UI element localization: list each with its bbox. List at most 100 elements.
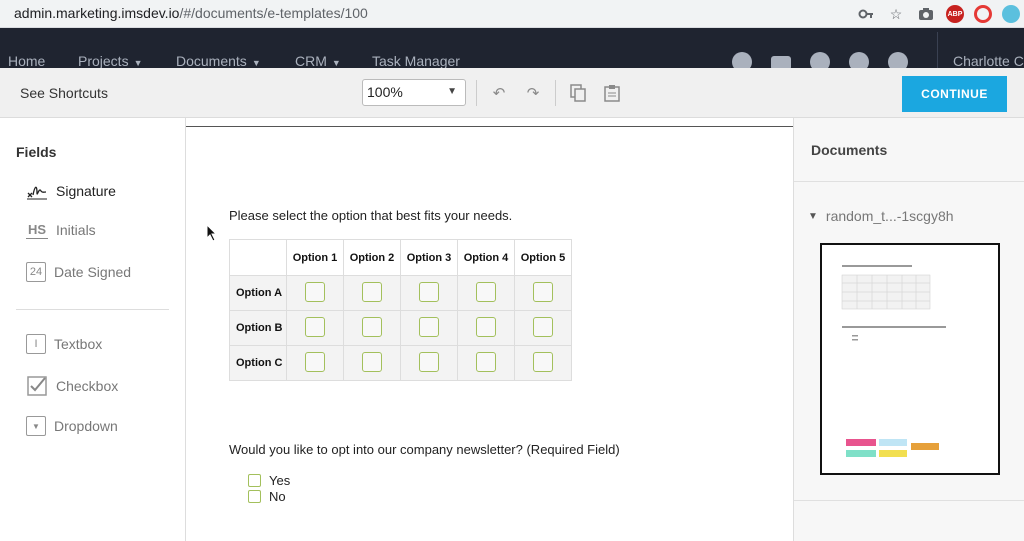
browser-icons: ☆ ABP xyxy=(856,4,1020,24)
table-cell xyxy=(400,310,458,346)
table-cell xyxy=(286,310,344,346)
collapse-triangle-icon[interactable]: ▼ xyxy=(808,211,818,222)
nav-documents[interactable]: Documents ▼ xyxy=(176,53,261,68)
table-cell xyxy=(457,345,515,381)
field-signature[interactable]: Signature xyxy=(26,180,116,202)
chevron-down-icon: ▼ xyxy=(331,58,341,68)
nav-home[interactable]: Home xyxy=(8,53,45,68)
option-checkbox[interactable] xyxy=(533,351,553,372)
table-row: Option A xyxy=(229,275,572,311)
search-icon[interactable] xyxy=(732,52,752,68)
table-cell xyxy=(457,275,515,311)
mail-icon[interactable] xyxy=(771,56,791,68)
dropdown-icon: ▼ xyxy=(26,416,46,436)
option-matrix: Option 1 Option 2 Option 3 Option 4 Opti… xyxy=(229,239,572,381)
option-checkbox[interactable] xyxy=(305,316,325,337)
column-header: Option 3 xyxy=(400,239,458,276)
field-textbox[interactable]: I Textbox xyxy=(26,334,102,354)
row-header: Option C xyxy=(229,345,287,381)
profile-avatar-icon[interactable] xyxy=(1002,5,1020,23)
table-cell xyxy=(343,310,401,346)
field-label: Signature xyxy=(56,183,116,199)
url-text[interactable]: admin.marketing.imsdev.io/#/documents/e-… xyxy=(14,5,368,21)
option-checkbox[interactable] xyxy=(419,351,439,372)
field-label: Textbox xyxy=(54,336,103,352)
option-checkbox[interactable] xyxy=(419,316,439,337)
row-header: Option B xyxy=(229,310,287,346)
field-label: Dropdown xyxy=(54,418,118,434)
table-cell xyxy=(343,345,401,381)
help-icon[interactable] xyxy=(849,52,869,68)
copy-icon[interactable] xyxy=(569,84,587,102)
table-cell xyxy=(457,310,515,346)
zoom-select[interactable]: 100% ▼ xyxy=(362,79,466,106)
answer-checkbox[interactable] xyxy=(248,490,261,503)
option-checkbox[interactable] xyxy=(362,351,382,372)
mouse-cursor-icon xyxy=(206,223,218,247)
app-navbar: Home Projects ▼ Documents ▼ CRM ▼ Task Mana… xyxy=(0,28,1024,68)
row-header: Option A xyxy=(229,275,287,311)
option-checkbox[interactable] xyxy=(533,316,553,337)
table-cell xyxy=(400,275,458,311)
star-icon[interactable]: ☆ xyxy=(886,4,906,24)
answer-no[interactable]: No xyxy=(248,489,286,504)
camera-icon[interactable] xyxy=(916,4,936,24)
initials-icon: HS xyxy=(26,222,48,239)
option-checkbox[interactable] xyxy=(419,281,439,302)
page-top-border xyxy=(186,126,793,127)
zoom-value: 100% xyxy=(367,84,403,100)
chevron-down-icon: ▼ xyxy=(251,58,261,68)
url-host: admin.marketing.imsdev.io xyxy=(14,5,180,21)
question-text: Please select the option that best fits … xyxy=(229,208,513,223)
continue-button[interactable]: CONTINUE xyxy=(902,76,1007,112)
answer-label: Yes xyxy=(269,473,291,488)
table-cell xyxy=(400,345,458,381)
column-header: Option 5 xyxy=(514,239,572,276)
document-canvas[interactable]: Please select the option that best fits … xyxy=(186,118,793,541)
undo-icon[interactable]: ↶ xyxy=(490,84,508,102)
column-header: Option 4 xyxy=(457,239,515,276)
documents-panel: Documents ▼ random_t...-1scgy8h xyxy=(793,118,1024,541)
toolbar-divider xyxy=(476,80,477,106)
see-shortcuts-link[interactable]: See Shortcuts xyxy=(20,85,108,101)
field-label: Date Signed xyxy=(54,264,132,280)
option-checkbox[interactable] xyxy=(476,281,496,302)
editor-toolbar: See Shortcuts 100% ▼ ↶ ↷ CONTINUE xyxy=(0,68,1024,118)
adblock-icon[interactable]: ABP xyxy=(946,5,964,23)
field-checkbox[interactable]: Checkbox xyxy=(26,375,118,397)
nav-crm[interactable]: CRM ▼ xyxy=(295,53,341,68)
table-corner-cell xyxy=(229,239,287,276)
option-checkbox[interactable] xyxy=(476,316,496,337)
redo-icon[interactable]: ↷ xyxy=(524,84,542,102)
option-checkbox[interactable] xyxy=(305,351,325,372)
nav-user-name[interactable]: Charlotte C xyxy=(953,53,1024,68)
browser-address-bar: admin.marketing.imsdev.io/#/documents/e-… xyxy=(0,0,1024,28)
extension-icon[interactable] xyxy=(974,5,992,23)
user-icon[interactable] xyxy=(888,52,908,68)
table-cell xyxy=(343,275,401,311)
chevron-down-icon: ▼ xyxy=(447,86,457,97)
option-checkbox[interactable] xyxy=(476,351,496,372)
option-checkbox[interactable] xyxy=(362,316,382,337)
key-icon[interactable] xyxy=(856,4,876,24)
field-dropdown[interactable]: ▼ Dropdown xyxy=(26,416,118,436)
documents-bottom-divider xyxy=(794,500,1024,501)
document-thumbnail[interactable] xyxy=(820,243,1000,475)
option-checkbox[interactable] xyxy=(362,281,382,302)
table-cell xyxy=(286,275,344,311)
nav-task-manager[interactable]: Task Manager xyxy=(372,53,460,68)
option-checkbox[interactable] xyxy=(305,281,325,302)
paste-icon[interactable] xyxy=(603,84,621,102)
answer-yes[interactable]: Yes xyxy=(248,473,290,488)
field-label: Checkbox xyxy=(56,378,119,394)
fields-title: Fields xyxy=(16,144,57,160)
signature-icon xyxy=(26,180,48,202)
field-date-signed[interactable]: 24 Date Signed xyxy=(26,262,131,282)
nav-projects[interactable]: Projects ▼ xyxy=(78,53,143,68)
answer-checkbox[interactable] xyxy=(248,474,261,487)
option-checkbox[interactable] xyxy=(533,281,553,302)
document-item[interactable]: ▼ random_t...-1scgy8h xyxy=(808,208,954,224)
bell-icon[interactable] xyxy=(810,52,830,68)
field-initials[interactable]: HS Initials xyxy=(26,221,96,239)
table-cell xyxy=(514,345,572,381)
